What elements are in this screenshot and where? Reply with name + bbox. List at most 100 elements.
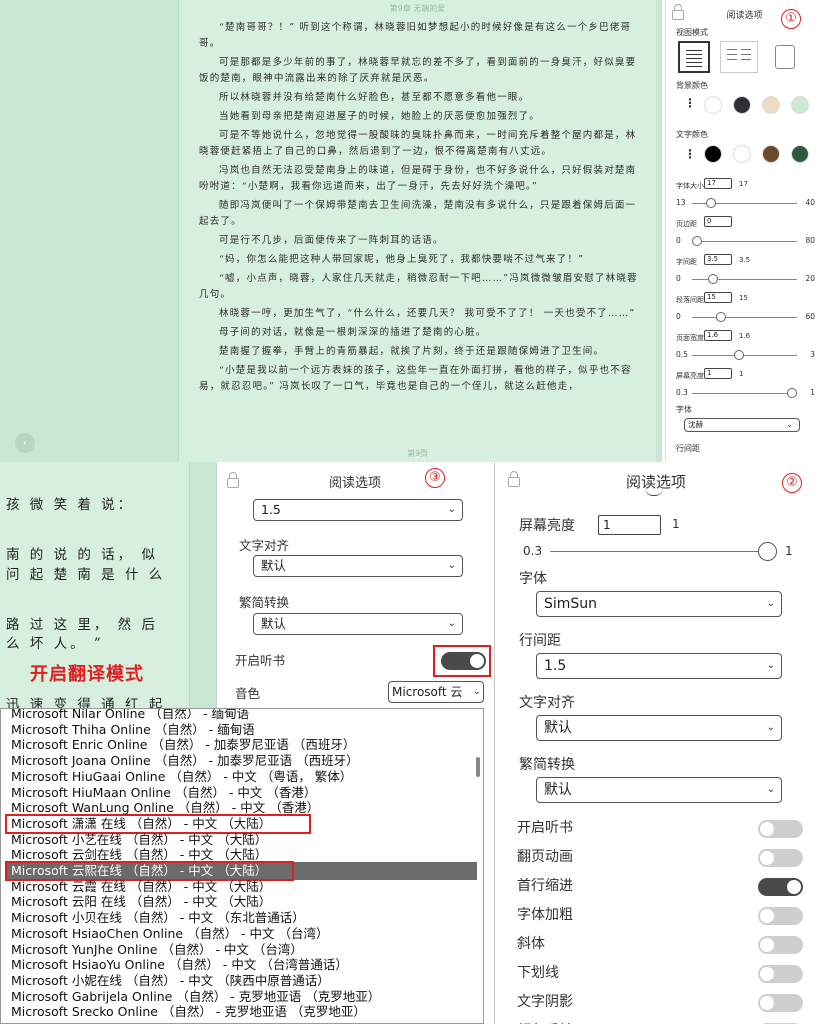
voice-option[interactable]: Microsoft WanLung Online （自然） - 中文 （香港）: [11, 800, 319, 816]
lock-icon[interactable]: [508, 471, 520, 487]
brightness-slider-knob[interactable]: [758, 542, 777, 561]
voice-option[interactable]: Microsoft 云霞 在线 （自然） - 中文 （大陆）: [11, 879, 271, 895]
toggle-switch[interactable]: [758, 965, 803, 983]
slider-knob[interactable]: [708, 274, 719, 284]
prev-page-icon[interactable]: ‹: [15, 433, 35, 453]
more-bg-colors-icon[interactable]: ⋮: [684, 96, 696, 110]
voice-option[interactable]: Microsoft 小贝在线 （自然） - 中文 （东北普通话）: [11, 910, 305, 926]
voice-option[interactable]: Microsoft HiuMaan Online （自然） - 中文 （香港）: [11, 785, 316, 801]
letter-spacing-input[interactable]: 3.5: [704, 254, 732, 265]
more-text-colors-icon[interactable]: ⋮: [684, 147, 696, 161]
voice-option[interactable]: Microsoft 小艺在线 （自然） - 中文 （大陆）: [11, 832, 267, 848]
bg-color-swatch[interactable]: [733, 96, 751, 114]
brightness-input[interactable]: 1: [704, 368, 732, 379]
paragraph: 楚南握了握拳，手臂上的青筋暴起，就挨了片刻，终于还是跟随保姆进了卫生间。: [219, 346, 605, 357]
paragraph: 随即冯岚便叫了一个保姆带楚南去卫生间洗澡，楚南没有多说什么，只是跟着保姆后面一起…: [199, 200, 637, 227]
voice-option[interactable]: Microsoft 潇潇 在线 （自然） - 中文 （大陆）: [11, 816, 271, 832]
text-align-select[interactable]: 默认 ⌄: [253, 555, 463, 577]
badge-2: ②: [782, 473, 802, 493]
voice-option[interactable]: Microsoft HiuGaai Online （自然） - 中文 （粤语， …: [11, 769, 352, 785]
font-select[interactable]: 沈赫 ⌄: [684, 418, 800, 432]
margin-input[interactable]: 0: [704, 216, 732, 227]
brightness-max: 1: [785, 544, 793, 558]
chevron-down-icon: ⌄: [472, 686, 481, 697]
lock-icon[interactable]: [227, 472, 239, 488]
single-page-view-icon[interactable]: [678, 41, 710, 73]
para-spacing-slider[interactable]: 0 60: [676, 312, 815, 324]
voice-option[interactable]: Microsoft YunJhe Online （自然） - 中文 （台湾）: [11, 942, 303, 958]
toggle-knob: [760, 938, 774, 952]
line-spacing-label: 行间距: [519, 633, 561, 649]
bg-color-swatch[interactable]: [791, 96, 809, 114]
voice-option[interactable]: Microsoft Thiha Online （自然） - 缅甸语: [11, 722, 255, 738]
voice-option[interactable]: Microsoft Enric Online （自然） - 加泰罗尼亚语 （西班…: [11, 737, 355, 753]
brightness-slider-track[interactable]: [550, 551, 766, 552]
double-page-view-icon[interactable]: [720, 41, 758, 73]
toggle-label: 开启听书: [517, 820, 573, 836]
text-align-select[interactable]: 默认 ⌄: [536, 715, 782, 741]
slider-track[interactable]: [692, 355, 797, 356]
voice-option[interactable]: Microsoft HsiaoChen Online （自然） - 中文 （台湾…: [11, 926, 329, 942]
bg-color-swatch[interactable]: [704, 96, 722, 114]
font-size-slider[interactable]: 13 40: [676, 198, 815, 210]
toggle-switch[interactable]: [758, 820, 803, 838]
font-size-input[interactable]: 17: [704, 178, 732, 189]
toggle-label: 翻页动画: [517, 849, 573, 865]
drag-handle-icon[interactable]: [645, 488, 663, 496]
toggle-switch[interactable]: [758, 936, 803, 954]
text-line: 孩 微 笑 着 说：: [6, 497, 135, 513]
slider-track[interactable]: [692, 317, 797, 318]
line-spacing-value: 1.5: [261, 502, 281, 517]
text-color-swatch[interactable]: [704, 145, 722, 163]
voice-select[interactable]: Microsoft 云 ⌄: [388, 681, 484, 703]
slider-track[interactable]: [692, 393, 797, 394]
voice-option[interactable]: Microsoft 小妮在线 （自然） - 中文 （陕西中原普通话）: [11, 973, 330, 989]
voice-option[interactable]: Microsoft 云阳 在线 （自然） - 中文 （大陆）: [11, 894, 271, 910]
bg-color-swatch[interactable]: [762, 96, 780, 114]
toggle-knob: [760, 909, 774, 923]
voice-option[interactable]: Microsoft HsiaoYu Online （自然） - 中文 （台湾普通…: [11, 957, 348, 973]
letter-spacing-slider[interactable]: 0 20: [676, 274, 815, 286]
slider-track[interactable]: [692, 241, 797, 242]
page-width-slider[interactable]: 0.5 3: [676, 350, 815, 362]
line-spacing-select[interactable]: 1.5 ⌄: [536, 653, 782, 679]
line-spacing-select[interactable]: 1.5 ⌄: [253, 499, 463, 521]
voice-option[interactable]: Microsoft Gabrijela Online （自然） - 克罗地亚语 …: [11, 989, 380, 1005]
view-mode-label: 视图模式: [676, 28, 708, 37]
slider-knob[interactable]: [787, 388, 797, 398]
text-color-swatch[interactable]: [791, 145, 809, 163]
toggle-switch[interactable]: [758, 994, 803, 1012]
scroll-view-icon[interactable]: [769, 41, 801, 73]
slider-knob[interactable]: [715, 312, 726, 322]
text-color-swatch[interactable]: [762, 145, 780, 163]
toggle-switch[interactable]: [758, 907, 803, 925]
voice-option[interactable]: Microsoft Joana Online （自然） - 加泰罗尼亚语 （西班…: [11, 753, 359, 769]
font-select[interactable]: SimSun ⌄: [536, 591, 782, 617]
toggle-switch[interactable]: [758, 878, 803, 896]
scrollbar-thumb[interactable]: [476, 757, 480, 777]
page-width-input[interactable]: 1.6: [704, 330, 732, 341]
voice-label: 音色: [235, 686, 261, 701]
voice-option[interactable]: Microsoft Srecko Online （自然） - 克罗地亚语 （克罗…: [11, 1004, 366, 1020]
tts-toggle[interactable]: [441, 652, 486, 670]
toggle-switch[interactable]: [758, 849, 803, 867]
slider-knob[interactable]: [733, 350, 744, 360]
paragraph: 当她看到母亲把楚南迎进屋子的时候，她脸上的厌恶便愈加强烈了。: [219, 111, 541, 122]
chevron-down-icon: ⌄: [766, 660, 775, 671]
toggle-label: 首行缩进: [517, 878, 573, 894]
voice-dropdown-list[interactable]: Microsoft Nilar Online （自然） - 缅甸语 Microso…: [0, 708, 484, 1024]
voice-option[interactable]: Microsoft Nilar Online （自然） - 缅甸语: [11, 709, 249, 722]
text-color-swatch[interactable]: [733, 145, 751, 163]
convert-value: 默认: [544, 782, 572, 798]
voice-option[interactable]: Microsoft 云熙在线 （自然） - 中文 （大陆）: [11, 863, 267, 879]
para-spacing-label: 段落间距: [676, 296, 704, 304]
slider-knob[interactable]: [706, 198, 717, 208]
voice-option[interactable]: Microsoft 云剑在线 （自然） - 中文 （大陆）: [11, 847, 267, 863]
convert-select[interactable]: 默认 ⌄: [536, 777, 782, 803]
para-spacing-input[interactable]: 15: [704, 292, 732, 303]
margin-slider[interactable]: 0 80: [676, 236, 815, 248]
slider-knob[interactable]: [692, 236, 702, 246]
brightness-slider[interactable]: 0.3 1: [676, 388, 815, 400]
convert-select[interactable]: 默认 ⌄: [253, 613, 463, 635]
brightness-input[interactable]: 1: [598, 515, 661, 535]
